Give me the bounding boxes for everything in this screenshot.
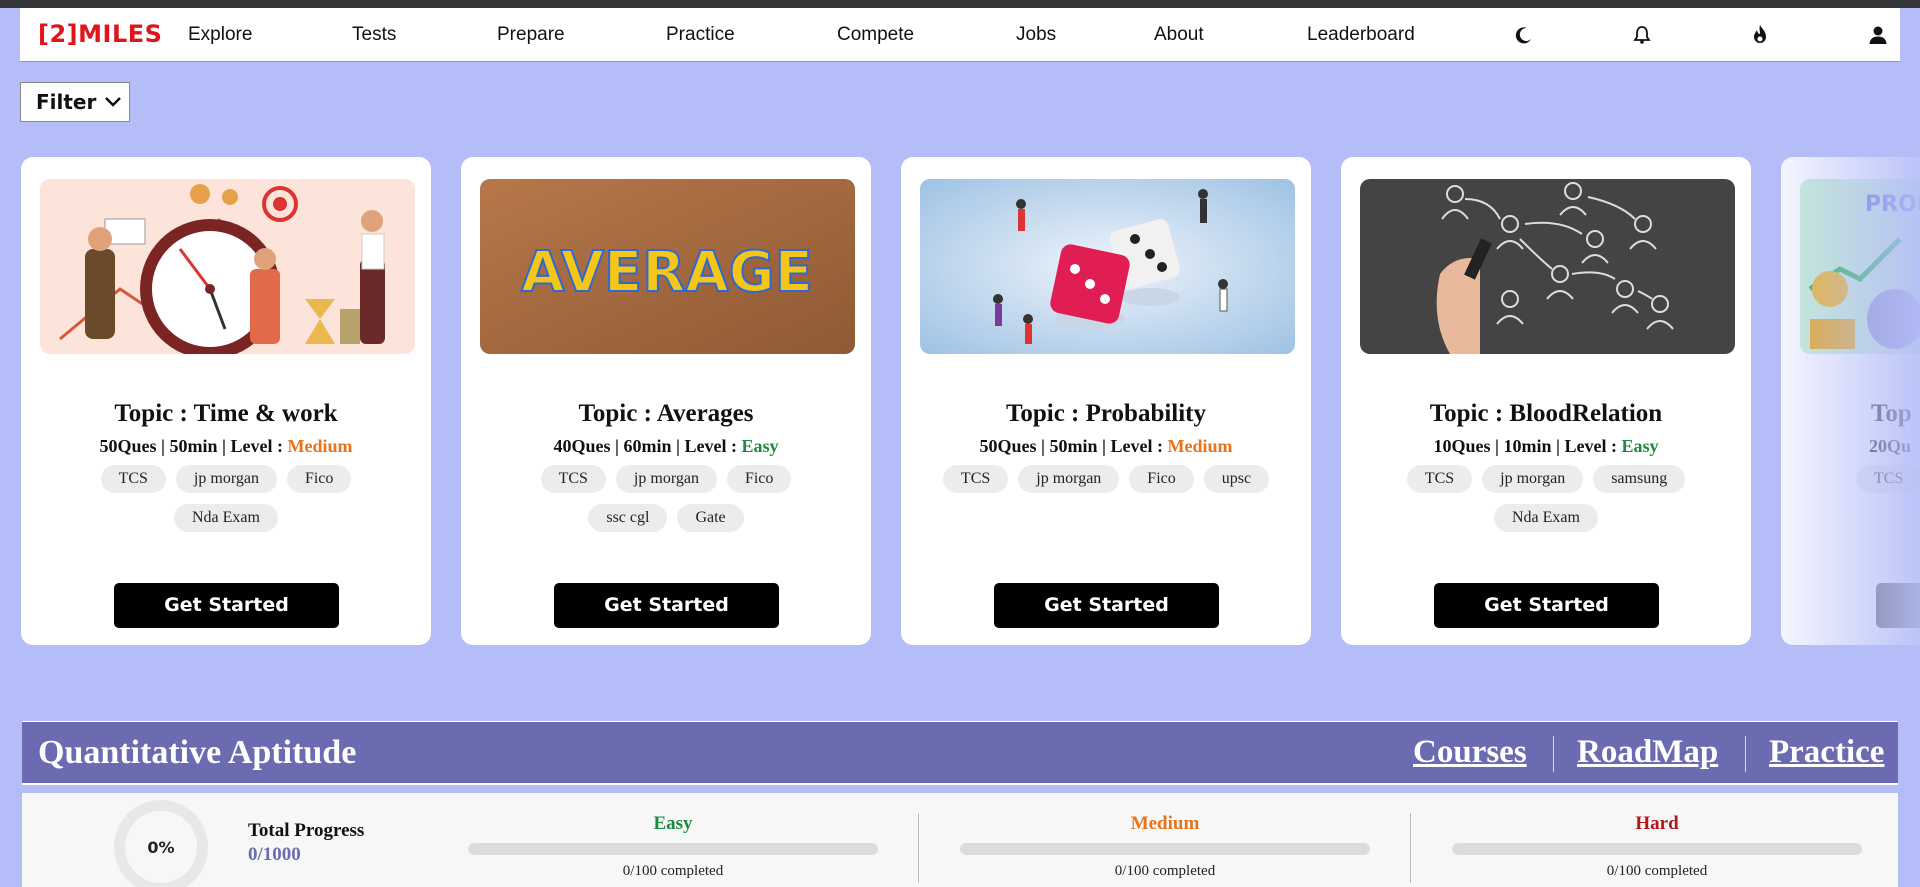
nav-explore[interactable]: Explore: [188, 24, 252, 46]
tag[interactable]: Nda Exam: [174, 504, 278, 532]
tag[interactable]: TCS: [1406, 465, 1473, 493]
section-title: Quantitative Aptitude: [38, 734, 357, 771]
card-topic: Top: [1871, 400, 1912, 427]
progress-percent: 0%: [147, 837, 175, 857]
tag[interactable]: Gate: [677, 504, 744, 532]
topic-card: PROF Top 20Qu TCS: [1781, 157, 1920, 645]
nav-about[interactable]: About: [1154, 24, 1204, 46]
divider: [918, 813, 919, 883]
get-started-button[interactable]: Get Started: [994, 583, 1219, 628]
topic-card: Topic : Time & work 50Ques | 50min | Lev…: [21, 157, 431, 645]
average-image-text: AVERAGE: [521, 240, 813, 305]
card-tags: TCS jp morgan Fico ssc cgl Gate: [501, 465, 831, 532]
nav-tests[interactable]: Tests: [352, 24, 396, 46]
card-image-time-work: [40, 179, 415, 354]
tag[interactable]: TCS: [942, 465, 1009, 493]
roadmap-link[interactable]: RoadMap: [1577, 734, 1718, 771]
progress-bar: [960, 843, 1370, 855]
courses-link[interactable]: Courses: [1413, 734, 1527, 771]
hard-progress: Hard 0/100 completed: [1452, 813, 1862, 880]
tag[interactable]: TCS: [540, 465, 606, 493]
section-header: Quantitative Aptitude Courses RoadMap Pr…: [22, 721, 1898, 785]
get-started-button[interactable]: [1876, 583, 1920, 628]
nav-prepare[interactable]: Prepare: [497, 24, 565, 46]
divider: [1745, 736, 1746, 772]
topic-carousel: Topic : Time & work 50Ques | 50min | Lev…: [0, 124, 1920, 664]
tag[interactable]: Fico: [726, 465, 792, 493]
topic-card: Topic : Probability 50Ques | 50min | Lev…: [901, 157, 1311, 645]
level-badge: Medium: [287, 436, 353, 456]
card-topic: Topic : Time & work: [114, 400, 338, 427]
level-badge: Easy: [1621, 436, 1659, 456]
card-meta: 10Ques | 10min | Level : Easy: [1433, 436, 1659, 456]
profit-image-text: PROF: [1865, 192, 1920, 217]
tag[interactable]: Fico: [286, 465, 352, 493]
nav-compete[interactable]: Compete: [837, 24, 914, 46]
progress-bar: [468, 843, 878, 855]
get-started-button[interactable]: Get Started: [114, 583, 339, 628]
card-topic: Topic : Averages: [578, 400, 754, 427]
card-topic: Topic : Probability: [1005, 400, 1207, 427]
completed-text: 0/100 completed: [1606, 863, 1708, 879]
tag[interactable]: Fico: [1129, 465, 1194, 493]
card-image-bloodrelation: [1360, 179, 1735, 354]
medium-progress: Medium 0/100 completed: [960, 813, 1370, 880]
navbar: [2]MILES Explore Tests Prepare Practice …: [20, 8, 1900, 62]
card-meta: 40Ques | 60min | Level : Easy: [553, 436, 779, 456]
filter-label: Filter: [36, 90, 97, 114]
card-tags: TCS jp morgan Fico upsc: [941, 465, 1271, 493]
chevron-down-icon: [105, 97, 122, 107]
tag[interactable]: jp morgan: [615, 465, 717, 493]
tag[interactable]: ssc cgl: [588, 504, 668, 532]
tag[interactable]: jp morgan: [175, 465, 277, 493]
progress-ring: 0%: [114, 800, 208, 887]
card-image-profit: PROF: [1800, 179, 1920, 354]
progress-panel: 0% Total Progress 0/1000 Easy 0/100 comp…: [22, 793, 1898, 887]
difficulty-name: Easy: [653, 813, 693, 834]
card-topic: Topic : BloodRelation: [1429, 400, 1663, 427]
tag[interactable]: TCS: [1856, 465, 1920, 493]
total-progress-label: Total Progress: [248, 820, 365, 841]
completed-text: 0/100 completed: [1114, 863, 1216, 879]
tag[interactable]: upsc: [1203, 465, 1270, 493]
progress-bar: [1452, 843, 1862, 855]
tag[interactable]: TCS: [100, 465, 166, 493]
topic-card: AVERAGE Topic : Averages 40Ques | 60min …: [461, 157, 871, 645]
tag[interactable]: samsung: [1593, 465, 1686, 493]
difficulty-name: Medium: [1130, 813, 1200, 834]
card-tags: TCS jp morgan samsung Nda Exam: [1381, 465, 1711, 532]
card-meta: 20Qu: [1869, 436, 1912, 456]
nav-jobs[interactable]: Jobs: [1016, 24, 1056, 46]
topic-card: Topic : BloodRelation 10Ques | 10min | L…: [1341, 157, 1751, 645]
practice-link[interactable]: Practice: [1769, 734, 1884, 771]
fire-icon[interactable]: [1747, 22, 1773, 48]
easy-progress: Easy 0/100 completed: [468, 813, 878, 880]
tag[interactable]: jp morgan: [1018, 465, 1120, 493]
bell-icon[interactable]: [1629, 22, 1655, 48]
level-badge: Medium: [1167, 436, 1233, 456]
divider: [1410, 813, 1411, 883]
completed-text: 0/100 completed: [622, 863, 724, 879]
card-image-probability: [920, 179, 1295, 354]
browser-top-strip: [0, 0, 1920, 8]
nav-leaderboard[interactable]: Leaderboard: [1307, 24, 1415, 46]
card-tags: TCS jp morgan Fico Nda Exam: [61, 465, 391, 532]
filter-button[interactable]: Filter: [20, 82, 130, 122]
card-image-averages: AVERAGE: [480, 179, 855, 354]
card-meta: 50Ques | 50min | Level : Medium: [99, 436, 353, 456]
get-started-button[interactable]: Get Started: [1434, 583, 1659, 628]
moon-icon[interactable]: [1511, 22, 1537, 48]
logo[interactable]: [2]MILES: [38, 20, 162, 48]
tag[interactable]: Nda Exam: [1494, 504, 1598, 532]
card-tags: TCS: [1856, 465, 1920, 493]
difficulty-name: Hard: [1635, 813, 1679, 834]
tag[interactable]: jp morgan: [1482, 465, 1584, 493]
level-badge: Easy: [741, 436, 779, 456]
divider: [1553, 736, 1554, 772]
total-progress-value: 0/1000: [248, 844, 301, 865]
user-icon[interactable]: [1865, 22, 1891, 48]
nav-practice[interactable]: Practice: [666, 24, 735, 46]
card-meta: 50Ques | 50min | Level : Medium: [979, 436, 1233, 456]
get-started-button[interactable]: Get Started: [554, 583, 779, 628]
